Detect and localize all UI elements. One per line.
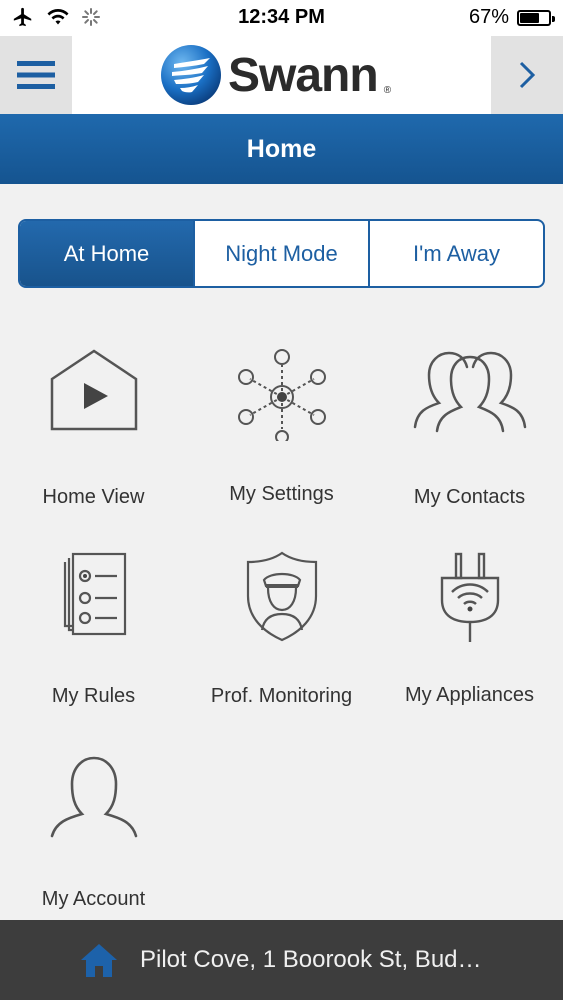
mode-selector: At Home Night Mode I'm Away xyxy=(18,219,545,288)
battery-fill xyxy=(520,12,539,23)
tile-label: My Appliances xyxy=(405,684,534,706)
next-button[interactable] xyxy=(491,36,563,114)
tile-my-contacts[interactable]: My Contacts xyxy=(376,345,563,509)
home-icon xyxy=(81,944,117,977)
tile-label: Home View xyxy=(42,486,145,508)
tile-label: My Account xyxy=(41,888,146,910)
chevron-right-icon xyxy=(519,61,536,89)
tile-my-account[interactable]: My Account xyxy=(0,752,187,911)
location-bar[interactable]: Pilot Cove, 1 Boorook St, Bud… xyxy=(0,920,563,1000)
wifi-plug-icon xyxy=(440,552,499,642)
mode-at-home[interactable]: At Home xyxy=(20,221,193,286)
battery-tip xyxy=(552,15,555,22)
tile-label: My Contacts xyxy=(413,486,526,508)
hamburger-menu-icon xyxy=(17,61,55,89)
page-title: Home xyxy=(246,134,317,163)
swann-logo: Swann ® xyxy=(160,42,391,108)
tile-my-appliances[interactable]: My Appliances xyxy=(376,550,563,707)
swann-logo-mark xyxy=(161,45,221,105)
logo-registered-mark: ® xyxy=(383,85,392,96)
person-icon xyxy=(50,756,137,838)
tile-label: My Rules xyxy=(51,685,136,707)
tile-prof-monitoring[interactable]: Prof. Monitoring xyxy=(188,550,375,708)
status-bar: 12:34 PM 67% xyxy=(0,0,563,36)
tile-label: My Settings xyxy=(229,483,334,505)
page-title-bar: Home xyxy=(0,114,563,184)
guard-shield-icon xyxy=(246,551,317,642)
menu-button[interactable] xyxy=(0,36,72,114)
house-play-icon xyxy=(50,349,137,431)
location-text: Pilot Cove, 1 Boorook St, Bud… xyxy=(140,946,482,973)
battery-percent: 67% xyxy=(468,6,509,28)
tile-my-rules[interactable]: My Rules xyxy=(0,550,187,708)
battery-icon xyxy=(517,9,555,26)
checklist-icon xyxy=(63,552,126,636)
mode-night-mode[interactable]: Night Mode xyxy=(193,221,368,286)
status-right: 67% xyxy=(468,6,555,29)
people-icon xyxy=(413,351,526,433)
tile-my-settings[interactable]: My Settings xyxy=(188,345,375,506)
tile-home-view[interactable]: Home View xyxy=(0,345,187,509)
tile-label: Prof. Monitoring xyxy=(210,685,353,707)
mode-im-away[interactable]: I'm Away xyxy=(368,221,543,286)
logo-text: Swann xyxy=(228,48,379,102)
network-nodes-icon xyxy=(237,349,326,441)
app-header: Swann ® xyxy=(0,36,563,114)
